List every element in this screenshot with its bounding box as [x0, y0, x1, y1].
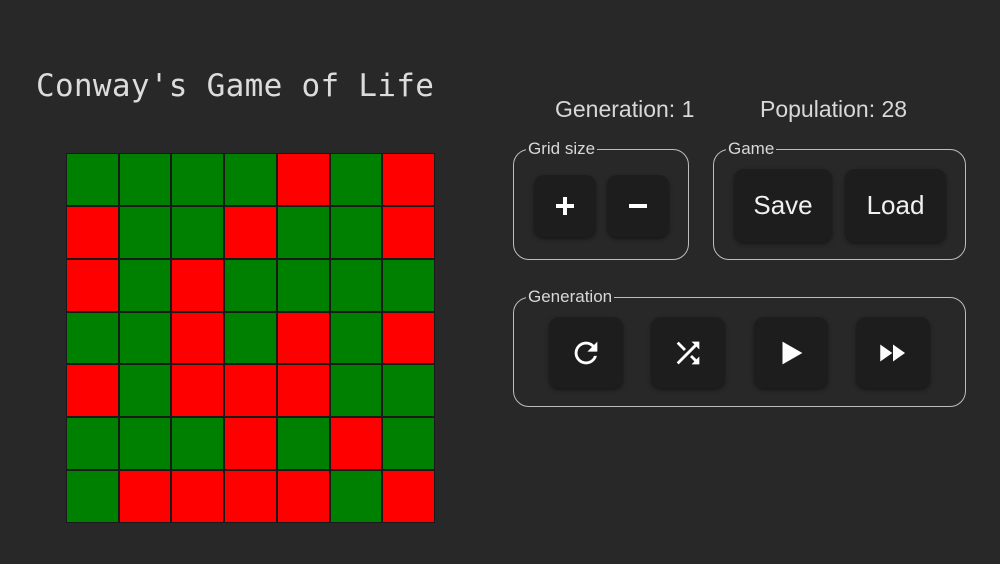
play-button[interactable] — [754, 317, 828, 388]
grid-cell[interactable] — [330, 259, 382, 311]
reset-button[interactable] — [549, 317, 623, 388]
grid-size-legend: Grid size — [526, 139, 598, 159]
reset-icon — [569, 336, 603, 370]
grid-cell[interactable] — [119, 418, 171, 470]
grid-cell[interactable] — [225, 418, 276, 470]
grid-cell[interactable] — [67, 259, 118, 311]
grid-cell[interactable] — [172, 312, 224, 364]
grid-cell[interactable] — [67, 471, 118, 522]
grid-cell[interactable] — [119, 312, 171, 364]
save-button[interactable]: Save — [734, 169, 832, 242]
grid-cell[interactable] — [225, 154, 276, 205]
decrease-grid-button[interactable] — [607, 175, 669, 237]
grid-cell[interactable] — [225, 471, 276, 522]
grid-cell[interactable] — [383, 471, 434, 522]
grid-cell[interactable] — [119, 259, 171, 311]
grid-cell[interactable] — [172, 365, 224, 417]
grid-size-group: Grid size — [513, 139, 689, 260]
grid-cell[interactable] — [330, 312, 382, 364]
grid-cell[interactable] — [277, 312, 329, 364]
grid-cell[interactable] — [277, 471, 329, 522]
fast-forward-icon — [876, 336, 910, 370]
grid-cell[interactable] — [383, 365, 434, 417]
save-label: Save — [753, 190, 813, 220]
grid-cell[interactable] — [330, 365, 382, 417]
grid-cell[interactable] — [67, 365, 118, 417]
grid-cell[interactable] — [119, 365, 171, 417]
grid-cell[interactable] — [277, 365, 329, 417]
grid-cell[interactable] — [119, 154, 171, 205]
life-grid — [66, 153, 435, 523]
game-legend: Game — [726, 139, 777, 159]
grid-cell[interactable] — [330, 471, 382, 522]
grid-cell[interactable] — [330, 154, 382, 205]
grid-cell[interactable] — [172, 471, 224, 522]
generation-group: Generation — [513, 287, 966, 407]
play-icon — [774, 336, 808, 370]
plus-icon — [555, 196, 575, 216]
increase-grid-button[interactable] — [534, 175, 596, 237]
minus-icon — [628, 196, 648, 216]
load-button[interactable]: Load — [845, 169, 946, 242]
shuffle-button[interactable] — [651, 317, 725, 388]
page-title: Conway's Game of Life — [36, 68, 435, 104]
shuffle-icon — [671, 336, 705, 370]
grid-cell[interactable] — [172, 206, 224, 258]
grid-cell[interactable] — [383, 418, 434, 470]
game-group: Game Save Load — [713, 139, 966, 260]
grid-cell[interactable] — [119, 471, 171, 522]
grid-cell[interactable] — [172, 154, 224, 205]
generation-legend: Generation — [526, 287, 615, 307]
fast-forward-button[interactable] — [856, 317, 930, 388]
grid-cell[interactable] — [383, 154, 434, 205]
grid-cell[interactable] — [225, 312, 276, 364]
grid-cell[interactable] — [383, 312, 434, 364]
generation-counter: Generation: 1 — [555, 96, 695, 122]
grid-cell[interactable] — [225, 365, 276, 417]
grid-cell[interactable] — [225, 259, 276, 311]
grid-cell[interactable] — [225, 206, 276, 258]
grid-cell[interactable] — [67, 418, 118, 470]
game-of-life-app: Conway's Game of Life Generation: 1 Popu… — [0, 0, 1000, 564]
grid-cell[interactable] — [172, 259, 224, 311]
grid-cell[interactable] — [330, 418, 382, 470]
grid-cell[interactable] — [67, 312, 118, 364]
grid-cell[interactable] — [67, 154, 118, 205]
grid-cell[interactable] — [277, 154, 329, 205]
grid-cell[interactable] — [330, 206, 382, 258]
grid-cell[interactable] — [277, 418, 329, 470]
grid-cell[interactable] — [383, 206, 434, 258]
load-label: Load — [866, 190, 925, 220]
grid-cell[interactable] — [172, 418, 224, 470]
grid-cell[interactable] — [67, 206, 118, 258]
grid-cell[interactable] — [383, 259, 434, 311]
grid-cell[interactable] — [119, 206, 171, 258]
grid-cell[interactable] — [277, 259, 329, 311]
grid-cell[interactable] — [277, 206, 329, 258]
population-counter: Population: 28 — [760, 96, 908, 122]
